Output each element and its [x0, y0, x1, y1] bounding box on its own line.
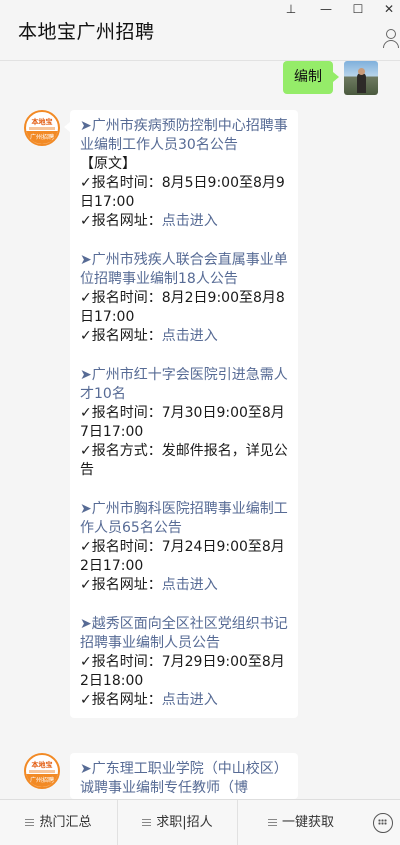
avatar-logo-text: 本地宝 [31, 118, 53, 126]
menu-label: 求职|招人 [156, 815, 213, 830]
signup-link[interactable]: 点击进入 [162, 328, 218, 344]
job-title-link[interactable]: ➤广东理工职业学院（中山校区）诚聘事业编制专任教师（博 [80, 761, 288, 796]
menu-hot-summary[interactable]: 热门汇总 [0, 800, 117, 845]
signup-method-label: ✓报名方式： [80, 443, 162, 459]
bot-message-bubble: ➤广东理工职业学院（中山校区）诚聘事业编制专任教师（博 [70, 753, 298, 799]
signup-link[interactable]: 点击进入 [162, 692, 218, 708]
keyboard-icon[interactable] [373, 813, 393, 833]
bot-avatar[interactable]: 本地宝 广州招聘 [24, 110, 60, 146]
user-icon[interactable] [382, 28, 400, 48]
bot-avatar[interactable]: 本地宝 广州招聘 [24, 753, 60, 789]
job-title-link[interactable]: ➤广州市疾病预防控制中心招聘事业编制工作人员30名公告 [80, 118, 288, 153]
menu-label: 一键获取 [281, 815, 334, 830]
avatar-logo-subtext: 广州招聘 [26, 774, 58, 787]
job-listing: ➤广州市疾病预防控制中心招聘事业编制工作人员30名公告【原文】 ✓报名时间：8月… [80, 117, 288, 231]
job-listing: ➤广州市红十字会医院引进急需人才10名 ✓报名时间：7月30日9:00至8月7日… [80, 366, 288, 480]
time-label: ✓报名时间： [80, 175, 162, 191]
job-title-link[interactable]: ➤广州市残疾人联合会直属事业单位招聘事业编制18人公告 [80, 252, 288, 287]
signup-link[interactable]: 点击进入 [162, 213, 218, 229]
signup-label: ✓报名网址： [80, 577, 162, 593]
signup-label: ✓报名网址： [80, 213, 162, 229]
bottom-menu: 热门汇总 求职|招人 一键获取 [0, 799, 400, 845]
time-label: ✓报名时间： [80, 405, 162, 421]
avatar-logo-text: 本地宝 [31, 761, 53, 769]
signup-link[interactable]: 点击进入 [162, 577, 218, 593]
signup-label: ✓报名网址： [80, 328, 162, 344]
chat-header: 本地宝广州招聘 ⊥ — ☐ ✕ [0, 0, 400, 61]
menu-label: 热门汇总 [39, 815, 92, 830]
signup-label: ✓报名网址： [80, 692, 162, 708]
bot-message-bubble: ➤广州市疾病预防控制中心招聘事业编制工作人员30名公告【原文】 ✓报名时间：8月… [64, 110, 298, 718]
menu-icon [142, 819, 152, 826]
menu-one-click[interactable]: 一键获取 [237, 800, 364, 845]
minimize-icon[interactable]: — [317, 2, 335, 16]
chat-title: 本地宝广州招聘 [18, 21, 155, 43]
menu-icon [267, 819, 277, 826]
menu-icon [25, 819, 35, 826]
time-label: ✓报名时间： [80, 539, 162, 555]
avatar-logo-subtext: 广州招聘 [26, 131, 58, 144]
job-title-link[interactable]: ➤广州市红十字会医院引进急需人才10名 [80, 367, 288, 402]
job-title-link[interactable]: ➤广州市胸科医院招聘事业编制工作人员65名公告 [80, 501, 288, 536]
close-icon[interactable]: ✕ [380, 2, 398, 16]
maximize-icon[interactable]: ☐ [349, 2, 367, 16]
time-label: ✓报名时间： [80, 654, 162, 670]
job-listing: ➤广州市残疾人联合会直属事业单位招聘事业编制18人公告 ✓报名时间：8月2日9:… [80, 251, 288, 346]
my-message-bubble: 编制 [283, 61, 339, 94]
job-listing: ➤广州市胸科医院招聘事业编制工作人员65名公告 ✓报名时间：7月24日9:00至… [80, 500, 288, 595]
time-label: ✓报名时间： [80, 290, 162, 306]
original-text-link[interactable]: 【原文】 [80, 156, 136, 172]
pin-icon[interactable]: ⊥ [282, 2, 300, 16]
job-title-link[interactable]: ➤越秀区面向全区社区党组织书记招聘事业编制人员公告 [80, 616, 288, 651]
my-avatar[interactable] [344, 61, 378, 95]
menu-job-hire[interactable]: 求职|招人 [117, 800, 237, 845]
job-listing: ➤越秀区面向全区社区党组织书记招聘事业编制人员公告 ✓报名时间：7月29日9:0… [80, 615, 288, 710]
